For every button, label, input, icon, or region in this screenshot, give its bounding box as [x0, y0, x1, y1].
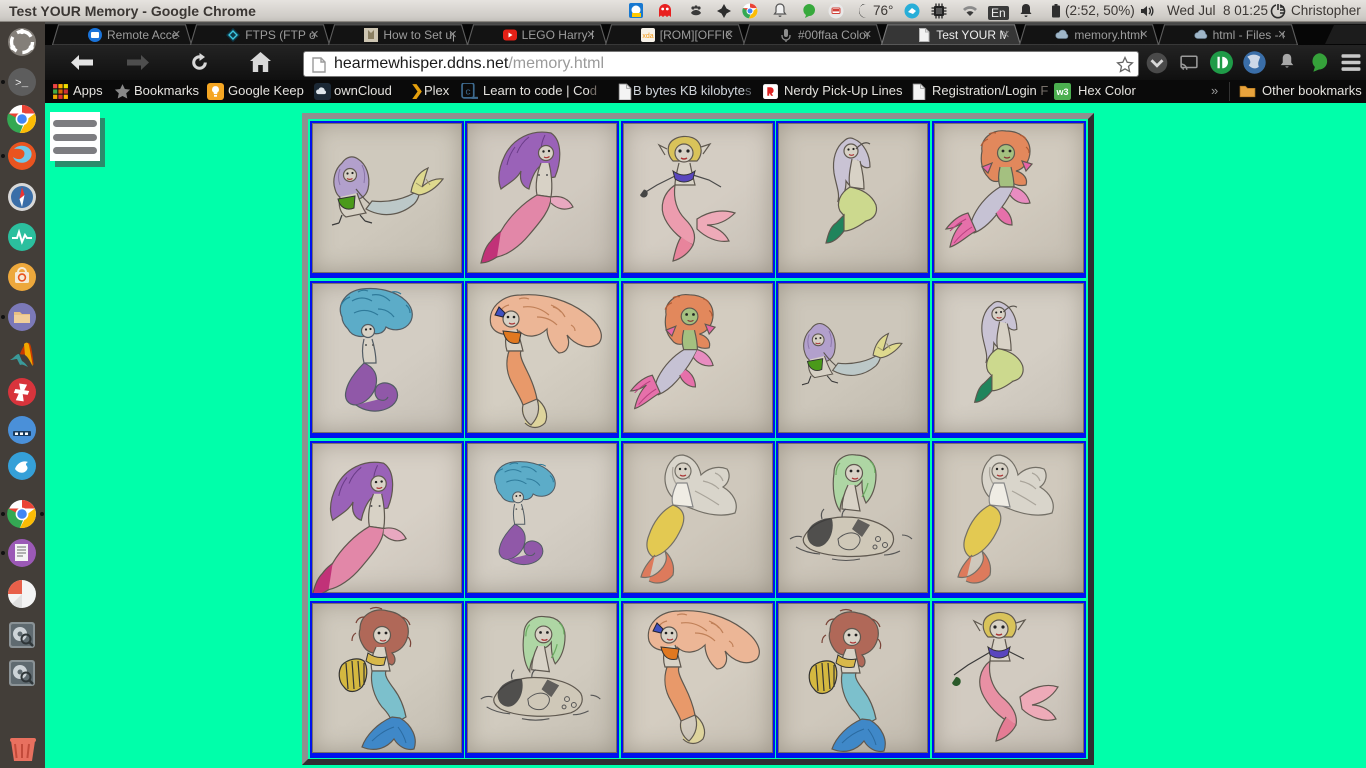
svg-text:>_: >_ — [15, 78, 29, 90]
svg-text:c: c — [465, 87, 471, 98]
svg-text:w3: w3 — [1055, 87, 1068, 97]
svg-text:xda: xda — [642, 33, 653, 40]
